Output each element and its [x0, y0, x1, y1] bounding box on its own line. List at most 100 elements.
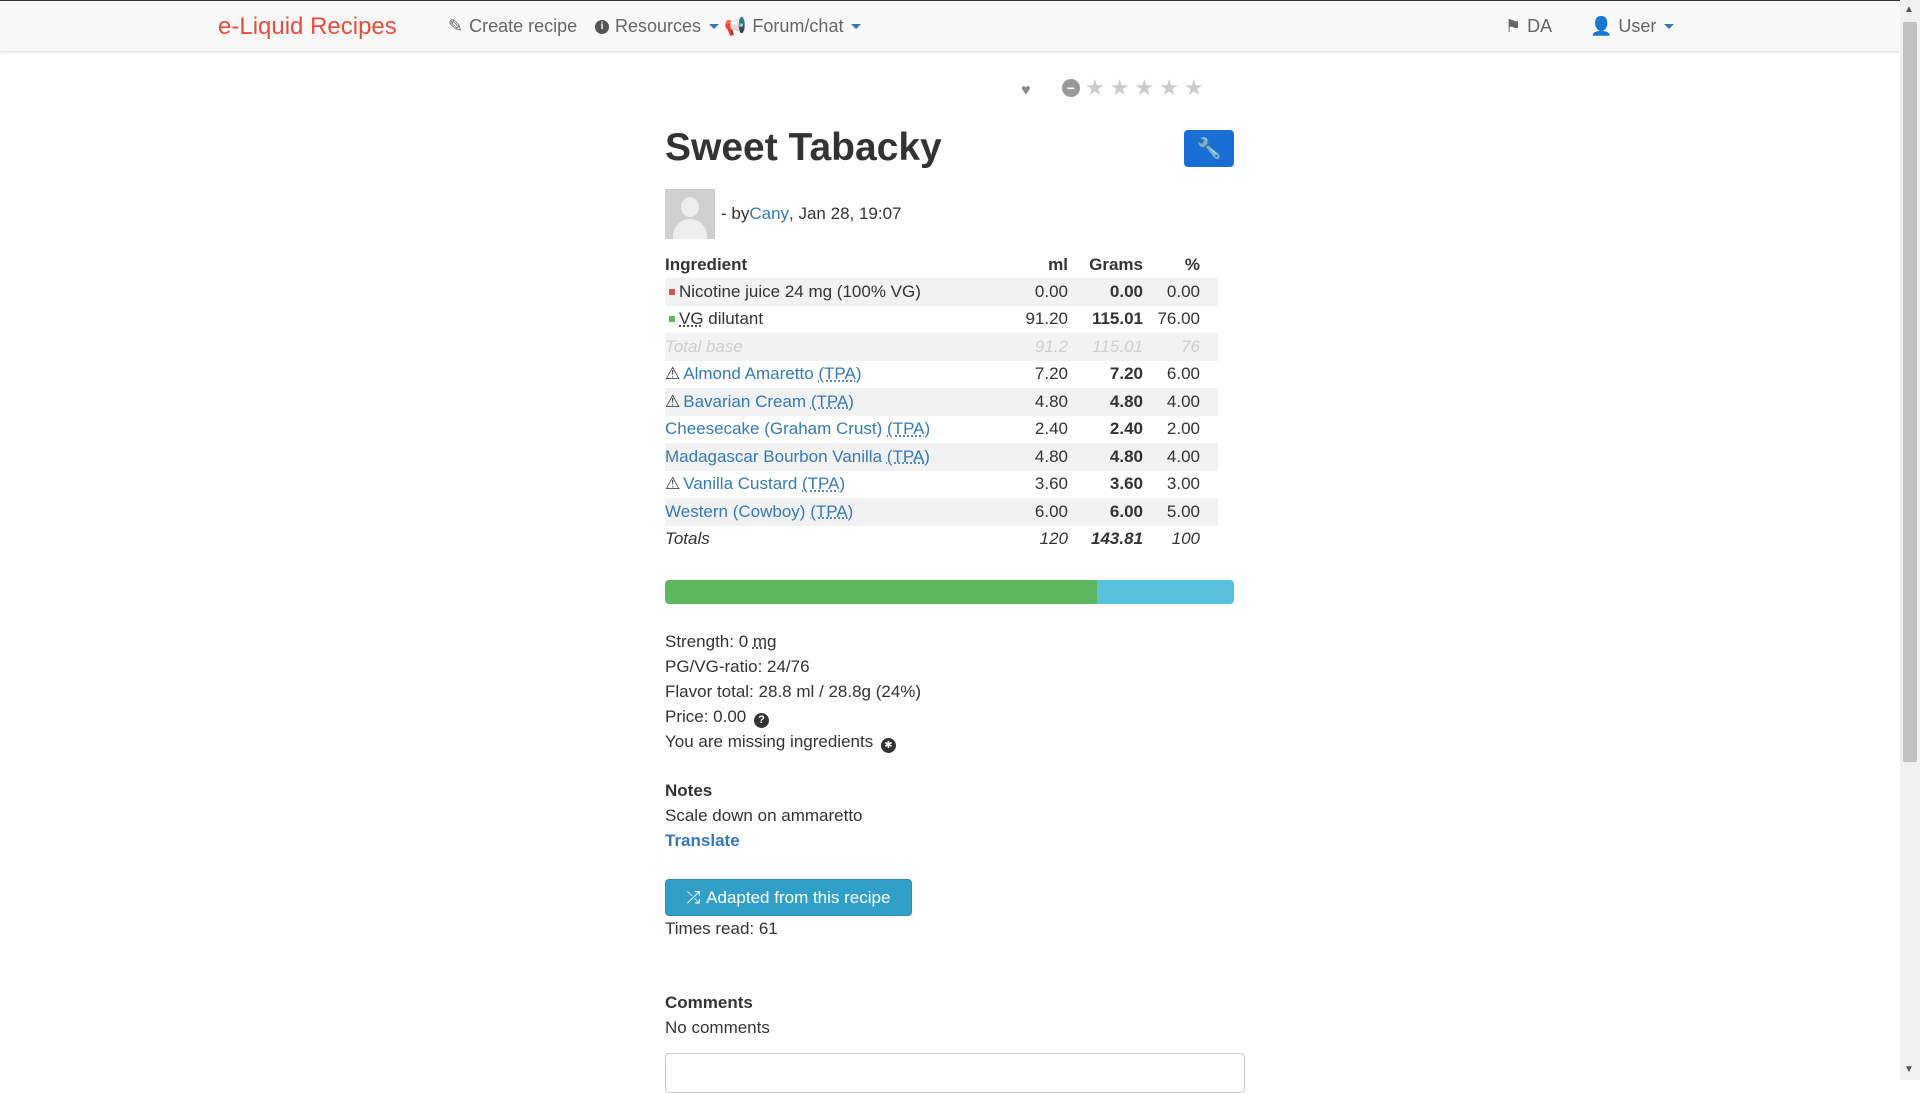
create-recipe-label: Create recipe	[469, 16, 578, 36]
chevron-down-icon	[709, 24, 720, 29]
shuffle-icon: ⤮	[686, 887, 701, 907]
ingredient-label: Nicotine juice 24 mg (100% VG)	[679, 281, 921, 301]
language-link[interactable]: ⚑ DA	[1505, 16, 1552, 37]
recipe-byline: - by Cany , Jan 28, 19:07	[665, 189, 902, 239]
megaphone-icon: 📢	[724, 16, 747, 36]
table-header-row: Ingredient ml Grams %	[665, 252, 1218, 278]
scroll-thumb[interactable]	[1903, 22, 1917, 762]
total-base-row: Total base 91.2 115.01 76	[665, 333, 1218, 361]
flavor-name: Madagascar Bourbon Vanilla (TPA)	[665, 443, 1008, 471]
page-scrollbar[interactable]: ▲ ▼	[1900, 0, 1920, 1080]
strength-label: Strength: 0	[665, 632, 753, 651]
clear-rating-icon[interactable]: −	[1062, 79, 1080, 97]
brand-link[interactable]: (TPA)	[887, 419, 930, 438]
recipe-date: , Jan 28, 19:07	[789, 204, 902, 223]
flavor-row: ⚠ Vanilla Custard (TPA) 3.60 3.60 3.00	[665, 471, 1218, 499]
brand-link[interactable]: (TPA)	[811, 392, 854, 411]
ingredient-name: VG dilutant	[665, 306, 1008, 334]
comments-heading: Comments	[665, 993, 753, 1012]
flavor-row: Madagascar Bourbon Vanilla (TPA) 4.80 4.80…	[665, 443, 1218, 471]
resources-label: Resources	[615, 16, 702, 36]
vg-bar-segment	[665, 580, 1098, 604]
price-label: Price: 0.00	[665, 707, 747, 726]
comments-text: No comments	[665, 1018, 770, 1037]
recipe-stats: Strength: 0 mg PG/VG-ratio: 24/76 Flavor…	[665, 629, 921, 754]
pencil-icon: ✎	[448, 16, 464, 36]
wrench-icon: 🔧	[1196, 138, 1222, 160]
translate-link[interactable]: Translate	[665, 831, 740, 850]
comments-section: Comments No comments	[665, 990, 770, 1040]
forum-dropdown[interactable]: 📢 Forum/chat	[724, 16, 862, 37]
gear-icon[interactable]: ✱	[880, 738, 896, 753]
scroll-down-icon[interactable]: ▼	[1904, 1064, 1914, 1075]
question-icon[interactable]: ?	[754, 713, 769, 728]
star-icon[interactable]: ★	[1085, 77, 1105, 99]
resources-dropdown[interactable]: i Resources	[595, 16, 720, 37]
color-marker-icon	[669, 288, 675, 295]
flavor-link[interactable]: Cheesecake (Graham Crust)	[665, 419, 882, 438]
pg-vg-ratio-bar	[665, 580, 1234, 604]
flavor-name: Western (Cowboy) (TPA)	[665, 498, 1008, 526]
notes-text: Scale down on ammaretto	[665, 806, 863, 825]
star-rating[interactable]: − ★ ★ ★ ★ ★	[1062, 77, 1204, 99]
scroll-up-icon[interactable]: ▲	[1904, 4, 1914, 15]
byline-prefix: - by	[721, 204, 750, 223]
author-link[interactable]: Cany	[749, 204, 789, 224]
missing-line: You are missing ingredients ✱	[665, 729, 921, 754]
flavor-link[interactable]: Madagascar Bourbon Vanilla	[665, 447, 882, 466]
warning-icon[interactable]: ⚠	[665, 392, 680, 411]
color-marker-icon	[669, 316, 675, 323]
ingredients-table: Ingredient ml Grams % Nicotine juice 24 …	[665, 252, 1218, 553]
star-icon[interactable]: ★	[1159, 77, 1179, 99]
notes-heading: Notes	[665, 781, 713, 800]
times-read: Times read: 61	[665, 919, 778, 938]
warning-icon[interactable]: ⚠	[665, 474, 680, 493]
language-label: DA	[1527, 16, 1553, 36]
flavor-row: Cheesecake (Graham Crust) (TPA) 2.40 2.40 2…	[665, 416, 1218, 444]
totals-row: Totals 120 143.81 100	[665, 529, 1200, 549]
favorite-heart-icon[interactable]: ♥	[1021, 82, 1031, 100]
ingredient-label: dilutant	[703, 309, 764, 329]
pg-bar-segment	[1097, 580, 1234, 604]
header-percent: %	[1184, 255, 1200, 274]
flavor-row: Western (Cowboy) (TPA) 6.00 6.00 5.00	[665, 498, 1218, 526]
forum-label: Forum/chat	[752, 16, 844, 36]
top-navbar: e-Liquid Recipes ✎ Create recipe i Resou…	[0, 0, 1900, 52]
flavor-name: ⚠ Vanilla Custard (TPA)	[665, 471, 1008, 499]
flavor-total-line: Flavor total: 28.8 ml / 28.8g (24%)	[665, 682, 922, 701]
ingredient-name: Nicotine juice 24 mg (100% VG)	[665, 278, 1008, 306]
adapt-button-label: Adapted from this recipe	[706, 887, 891, 907]
warning-icon[interactable]: ⚠	[665, 364, 680, 383]
brand-link[interactable]: (TPA)	[802, 474, 845, 493]
flag-icon: ⚑	[1505, 16, 1522, 36]
flavor-name: Cheesecake (Graham Crust) (TPA)	[665, 416, 1008, 444]
star-icon[interactable]: ★	[1184, 77, 1204, 99]
create-recipe-link[interactable]: ✎ Create recipe	[448, 16, 577, 37]
header-ml: ml	[1048, 255, 1068, 274]
star-icon[interactable]: ★	[1134, 77, 1154, 99]
flavor-row: ⚠ Bavarian Cream (TPA) 4.80 4.80 4.00	[665, 388, 1218, 416]
brand-link[interactable]: (TPA)	[818, 364, 861, 383]
flavor-link[interactable]: Vanilla Custard	[683, 474, 797, 493]
flavor-link[interactable]: Bavarian Cream	[683, 392, 806, 411]
comment-input[interactable]	[665, 1053, 1245, 1093]
flavor-link[interactable]: Western (Cowboy)	[665, 502, 805, 521]
star-icon[interactable]: ★	[1110, 77, 1130, 99]
edit-recipe-button[interactable]: 🔧	[1184, 130, 1234, 167]
flavor-name: ⚠ Almond Amaretto (TPA)	[665, 361, 1008, 389]
avatar[interactable]	[665, 189, 715, 239]
user-label: User	[1618, 16, 1657, 36]
brand-link[interactable]: e-Liquid Recipes	[218, 13, 397, 41]
price-line: Price: 0.00 ?	[665, 704, 921, 729]
base-row: VG dilutant 91.20 115.01 76.00	[665, 306, 1218, 334]
adapt-recipe-button[interactable]: ⤮ Adapted from this recipe	[665, 879, 912, 916]
chevron-down-icon	[851, 24, 862, 29]
brand-link[interactable]: (TPA)	[810, 502, 853, 521]
brand-link[interactable]: (TPA)	[887, 447, 930, 466]
user-dropdown[interactable]: 👤 User	[1590, 16, 1675, 37]
flavor-link[interactable]: Almond Amaretto	[683, 364, 813, 383]
strength-line: Strength: 0 mg	[665, 629, 921, 654]
info-icon: i	[595, 19, 609, 34]
base-row: Nicotine juice 24 mg (100% VG) 0.00 0.00 0.…	[665, 278, 1218, 306]
strength-unit: mg	[752, 632, 777, 651]
